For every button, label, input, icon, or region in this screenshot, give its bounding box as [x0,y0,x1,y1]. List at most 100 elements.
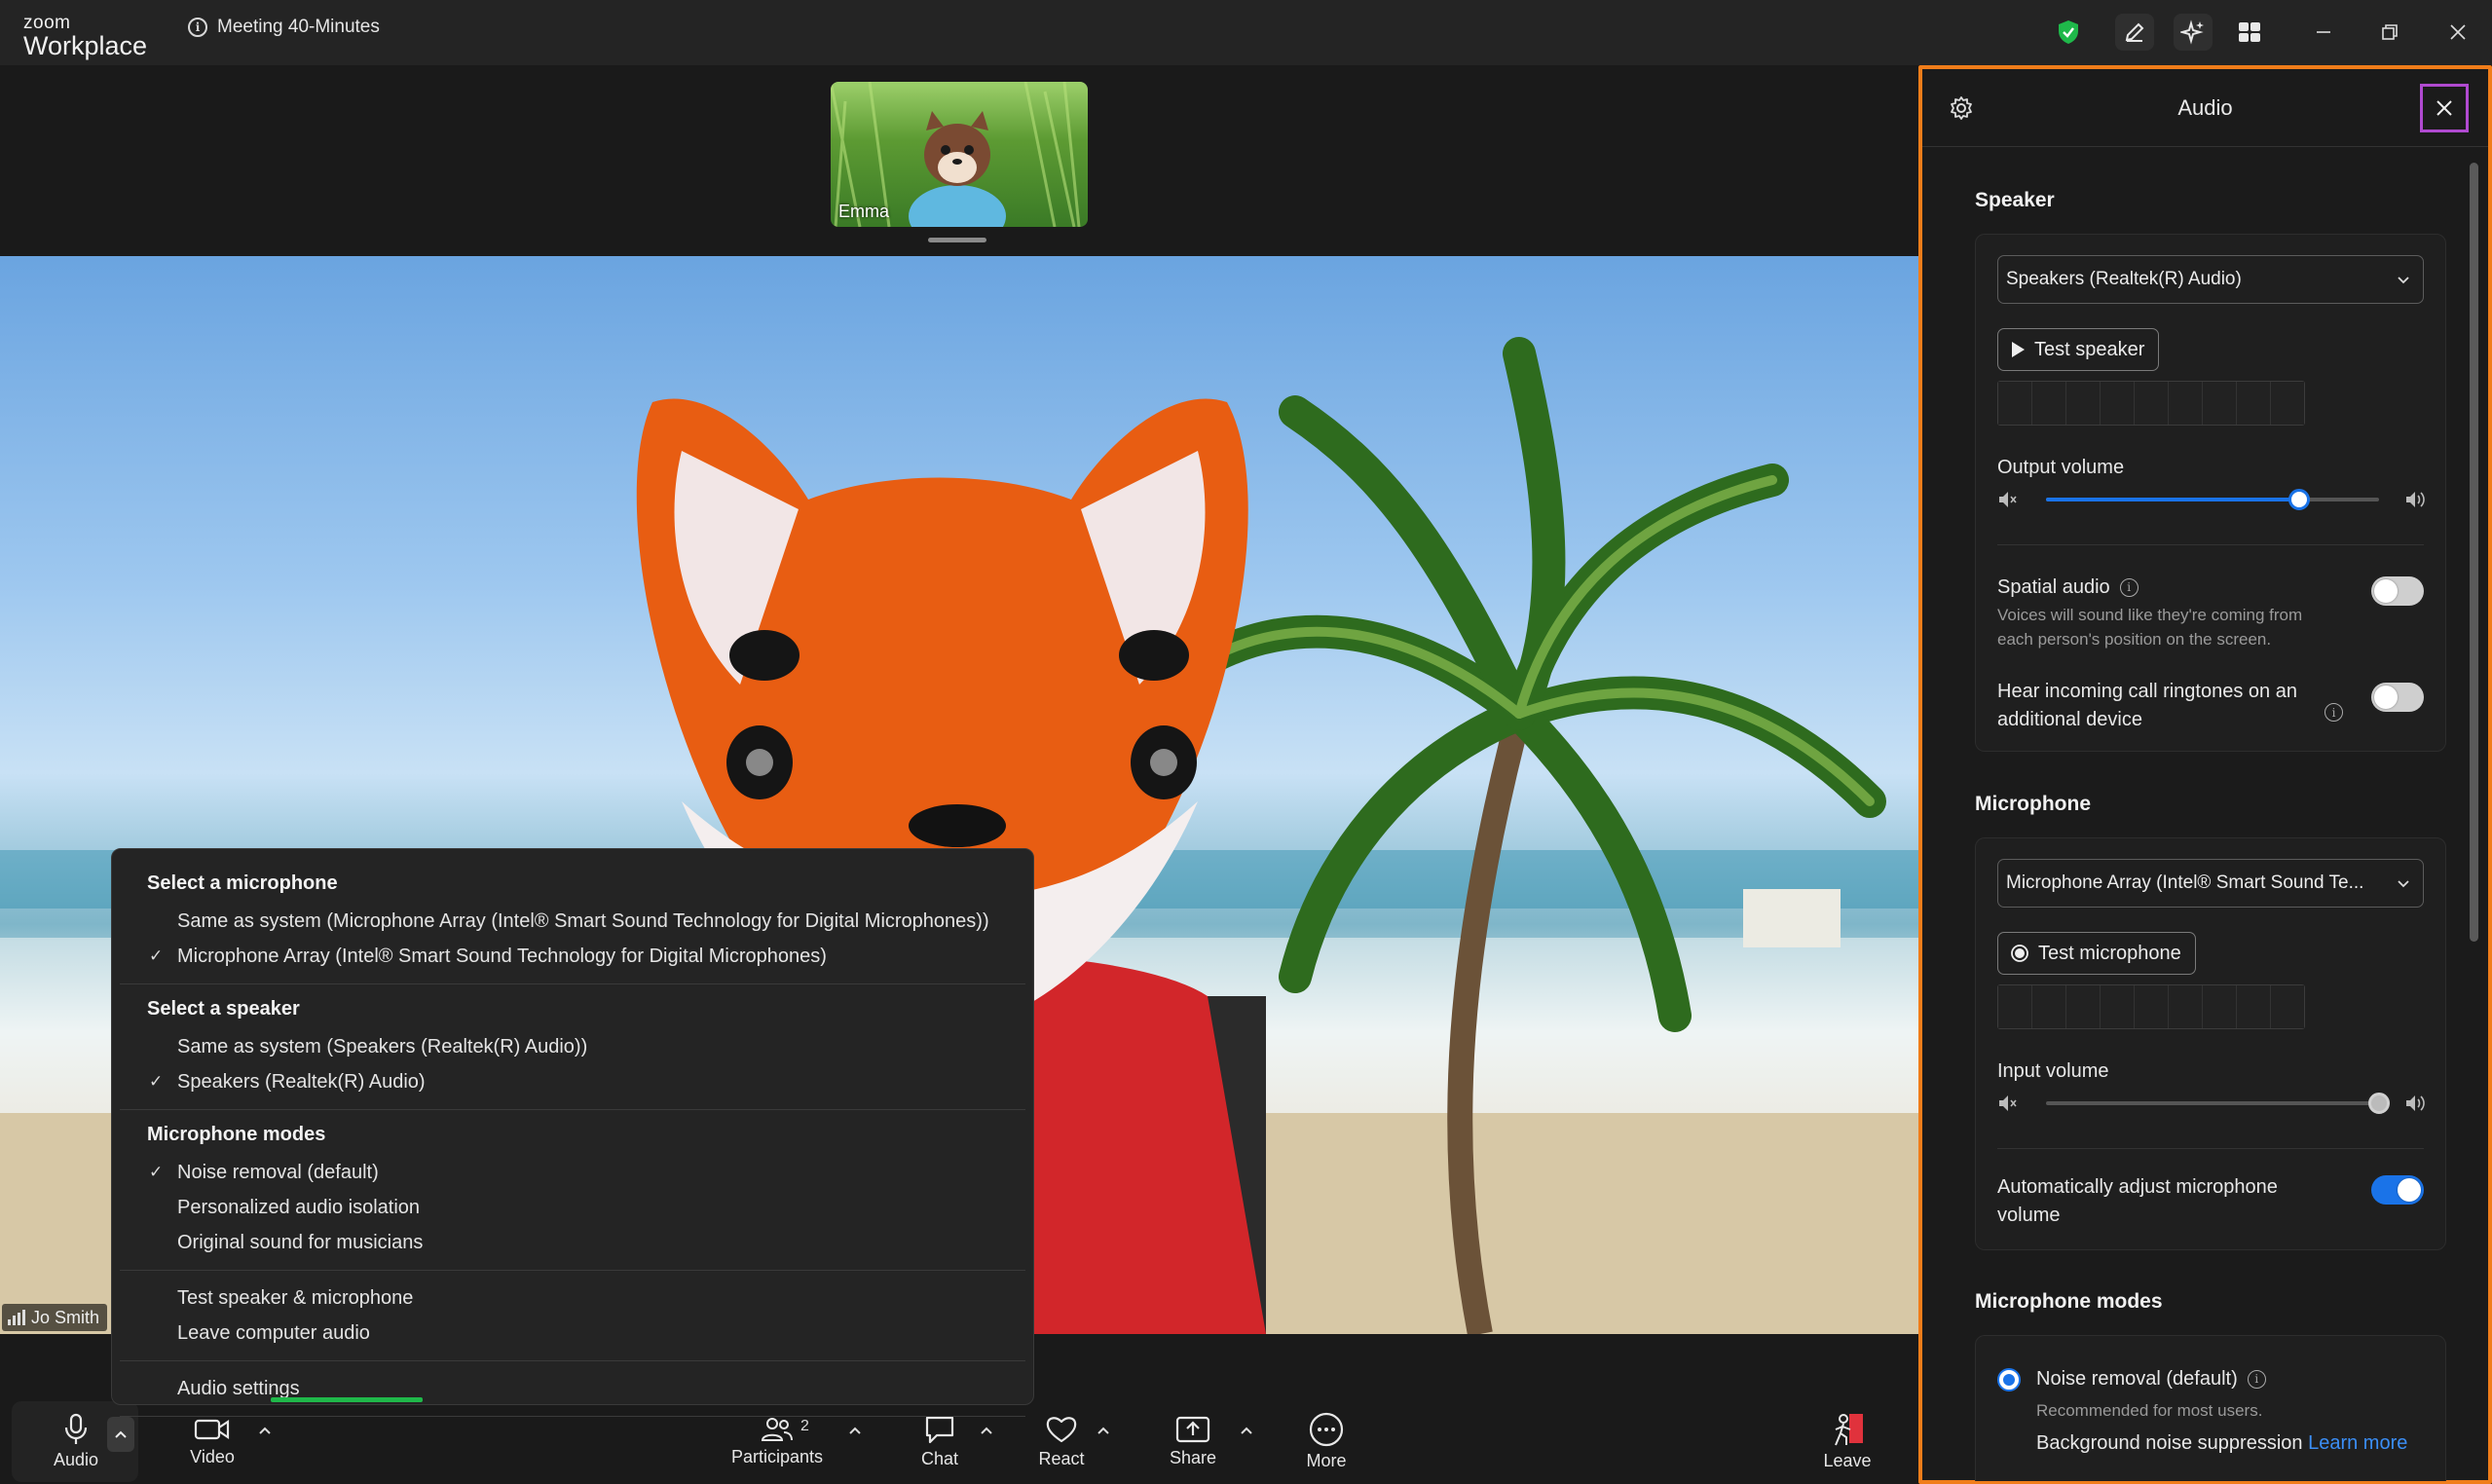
video-options-caret[interactable] [250,1413,279,1448]
microphone-modes-section: Microphone modes ✓ Noise removal (defaul… [120,1120,1025,1271]
audio-settings-item[interactable]: Audio settings [120,1371,1025,1406]
mode-option-personalized-isolation[interactable]: Personalized audio isolation [120,1190,1025,1225]
annotate-pencil-icon[interactable] [2115,14,2154,51]
close-panel-button[interactable] [2420,84,2469,132]
microphone-modes-card: Noise removal (default) i Recommended for… [1975,1335,2446,1481]
participants-icon [761,1418,793,1441]
logo-workplace-text: Workplace [23,31,148,60]
noise-removal-radio[interactable] [1997,1368,2021,1391]
mic-option-same-as-system[interactable]: Same as system (Microphone Array (Intel®… [120,904,1025,939]
more-button[interactable]: More [1287,1399,1365,1484]
speaker-option-label: Speakers (Realtek(R) Audio) [177,1071,426,1093]
test-speaker-microphone-item[interactable]: Test speaker & microphone [120,1280,1025,1316]
volume-high-icon [2406,1095,2425,1111]
chat-label: Chat [920,1449,959,1468]
mode-option-label: Noise removal (default) [177,1162,379,1183]
background-noise-suppression-label: Background noise suppression [2036,1432,2303,1454]
leave-door-icon [1835,1414,1863,1446]
share-button[interactable]: Share [1154,1399,1232,1484]
speaker-selection-section: Select a speaker Same as system (Speaker… [120,994,1025,1110]
spatial-desc-line-1: Voices will sound like they're coming fr… [1997,606,2303,624]
checkmark-icon: ✓ [149,946,164,965]
volume-mute-icon [1999,1095,2017,1111]
mode-option-label: Original sound for musicians [177,1232,424,1253]
microphone-section-title: Microphone [1975,793,2091,815]
audio-button[interactable]: Audio [39,1399,113,1484]
mode-option-noise-removal[interactable]: ✓ Noise removal (default) [120,1155,1025,1190]
output-volume-label: Output volume [1997,457,2125,478]
background-noise-suppression-row: Background noise suppression Learn more [2036,1429,2407,1458]
auto-adjust-volume-toggle[interactable] [2371,1175,2424,1205]
output-volume-knob[interactable] [2287,489,2310,510]
ai-companion-sparkle-icon[interactable] [2174,14,2213,51]
audio-label: Audio [53,1450,99,1469]
leave-button[interactable]: Leave [1808,1399,1886,1484]
ringtone-device-toggle[interactable] [2371,683,2424,712]
learn-more-link[interactable]: Learn more [2308,1432,2407,1454]
info-icon[interactable]: i [2247,1370,2266,1389]
microphone-modes-heading: Microphone modes [147,1124,326,1145]
audio-options-menu: Select a microphone Same as system (Micr… [111,848,1034,1417]
microphone-level-meter [1997,984,2305,1029]
react-options-caret[interactable] [1089,1413,1118,1448]
meeting-info-button[interactable]: i Meeting 40-Minutes [188,17,380,38]
play-icon [2012,342,2025,357]
audio-options-caret[interactable] [107,1417,134,1452]
chevron-up-icon [115,1430,127,1438]
chevron-up-icon [1241,1427,1252,1434]
speaker-device-value: Speakers (Realtek(R) Audio) [2006,269,2242,289]
microphone-divider [1997,1148,2424,1149]
participants-label: Participants [730,1447,824,1466]
close-window-icon[interactable] [2438,14,2477,51]
mode-option-original-sound[interactable]: Original sound for musicians [120,1225,1025,1260]
leave-computer-audio-item[interactable]: Leave computer audio [120,1316,1025,1351]
microphone-icon [64,1413,88,1444]
speaker-card: Speakers (Realtek(R) Audio) Test speaker… [1975,234,2446,752]
speaker-option-realtek[interactable]: ✓ Speakers (Realtek(R) Audio) [120,1064,1025,1099]
share-options-caret[interactable] [1232,1413,1261,1448]
test-microphone-button[interactable]: Test microphone [1997,932,2196,975]
chevron-up-icon [259,1427,271,1434]
mic-option-label: Microphone Array (Intel® Smart Sound Tec… [177,946,827,967]
microphone-modes-section-title: Microphone modes [1975,1290,2163,1313]
spatial-desc-line-2: each person's position on the screen. [1997,630,2272,649]
zoom-window: zoom Workplace i Meeting 40-Minutes Emma… [0,0,2492,1484]
apps-grid-icon[interactable] [2230,14,2269,51]
checkmark-icon: ✓ [149,1072,164,1091]
chevron-down-icon [2398,880,2409,888]
noise-removal-label: Noise removal (default) i [2036,1365,2266,1393]
video-label: Video [190,1447,235,1466]
panel-scrollbar[interactable] [2470,163,2478,942]
share-screen-icon [1175,1416,1210,1443]
speaker-device-select[interactable]: Speakers (Realtek(R) Audio) [1997,255,2424,304]
audio-settings-section: Audio settings [120,1371,1025,1417]
output-volume-slider[interactable] [1997,485,2426,514]
strip-resize-handle[interactable] [928,238,986,242]
meeting-title: Meeting 40-Minutes [217,17,380,37]
speaker-level-meter [1997,381,2305,426]
speaker-option-same-as-system[interactable]: Same as system (Speakers (Realtek(R) Aud… [120,1029,1025,1064]
info-icon[interactable]: i [2119,578,2139,597]
close-icon [2436,100,2452,116]
mic-option-label: Same as system (Microphone Array (Intel®… [177,910,989,932]
mic-option-microphone-array[interactable]: ✓ Microphone Array (Intel® Smart Sound T… [120,939,1025,974]
checkmark-icon: ✓ [149,1163,164,1181]
logo-zoom-text: zoom [23,13,71,33]
spatial-audio-toggle[interactable] [2371,576,2424,606]
chat-options-caret[interactable] [972,1413,1001,1448]
title-bar: zoom Workplace i Meeting 40-Minutes [0,0,2492,65]
input-volume-knob[interactable] [2368,1093,2390,1114]
participants-options-caret[interactable] [840,1413,870,1448]
speaker-section-title: Speaker [1975,189,2055,211]
test-speaker-button[interactable]: Test speaker [1997,328,2160,371]
info-icon[interactable]: i [2325,703,2343,722]
input-volume-slider[interactable] [1997,1089,2426,1118]
participant-thumbnail-emma[interactable]: Emma [831,82,1088,227]
minimize-icon[interactable] [2304,14,2343,51]
chevron-down-icon [2398,277,2409,284]
security-shield-icon[interactable] [2049,14,2088,51]
react-label: React [1038,1449,1085,1468]
microphone-device-select[interactable]: Microphone Array (Intel® Smart Sound Te.… [1997,859,2424,908]
restore-window-icon[interactable] [2370,14,2409,51]
leave-label: Leave [1823,1451,1872,1470]
